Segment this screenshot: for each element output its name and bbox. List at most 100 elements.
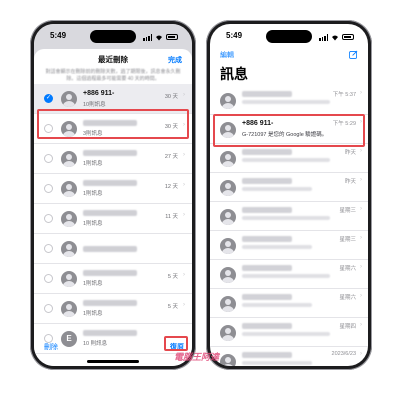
conversation-row[interactable]: +886 911- G-721097 是您的 Google 驗證碼。 下午 5:29… [210,115,368,144]
chevron-right-icon: › [183,92,185,98]
list-item[interactable]: ✓ +886 911- 10則訊息 30 天 › [34,84,192,114]
checkmark-icon[interactable]: ✓ [44,94,53,103]
chevron-right-icon: › [360,119,362,125]
timestamp: 下午 5:29 [332,121,356,127]
dynamic-island [266,30,312,43]
contact-name-redacted [83,180,137,186]
message-count: 1則訊息 [83,161,103,167]
conversation-row[interactable]: 星期三 › [210,231,368,260]
dynamic-island [90,30,136,43]
contact-name-redacted [83,270,137,276]
avatar [220,238,236,254]
message-list: 下午 5:37 › +886 911- G-721097 是您的 Google 驗證碼… [210,86,368,366]
days-remaining: 27 天 [164,154,178,160]
timestamp: 星期三 [339,237,356,243]
avatar [220,296,236,312]
bottom-toolbar: 刪除 復原 [34,342,192,356]
list-item[interactable]: 1則訊息 11 天 › [34,204,192,234]
contact-name-redacted [242,207,292,213]
radio-icon[interactable] [44,184,53,193]
days-remaining: 12 天 [164,184,178,190]
timestamp: 星期六 [339,295,356,301]
contact-name-redacted [83,150,137,156]
conversation-row[interactable]: 昨天 › [210,144,368,173]
list-item[interactable]: 1則訊息 12 天 › [34,174,192,204]
message-count: 1則訊息 [83,281,103,287]
radio-icon[interactable] [44,214,53,223]
delete-button[interactable]: 刪除 [44,342,58,356]
conversation-row[interactable]: 星期四 › [210,318,368,347]
contact-name-redacted [242,178,292,184]
chevron-right-icon: › [360,293,362,299]
status-time: 5:49 [226,31,243,40]
list-item[interactable]: 1則訊息 27 天 › [34,144,192,174]
message-count: 1則訊息 [83,311,103,317]
phone-left: 5:49 最近刪除 完成 對話會顯示在刪除前的刪除天數，過了期限後，訊息會永久刪… [30,20,196,370]
screen-left: 5:49 最近刪除 完成 對話會顯示在刪除前的刪除天數，過了期限後，訊息會永久刪… [34,24,192,366]
timestamp: 星期六 [339,266,356,272]
screen-right: 5:49 編輯 訊息 下午 5:37 › +886 911- G-721097 是您的… [210,24,368,366]
contact-name-redacted [83,120,137,126]
radio-icon[interactable] [44,124,53,133]
conversation-row[interactable]: 2023/6/23 › [210,347,368,366]
conversation-row[interactable]: 昨天 › [210,173,368,202]
avatar [61,210,77,227]
chevron-right-icon: › [183,272,185,278]
stage: 5:49 最近刪除 完成 對話會顯示在刪除前的刪除天數，過了期限後，訊息會永久刪… [0,0,400,400]
contact-name-redacted [242,265,292,271]
contact-name-redacted [242,352,292,358]
avatar [220,151,236,167]
radio-icon[interactable] [44,274,53,283]
message-preview-redacted [242,361,312,365]
compose-icon[interactable] [349,50,358,59]
row-text [83,245,192,252]
avatar [61,300,77,317]
avatar [220,93,236,109]
list-item[interactable]: 1則訊息 5 天 › [34,264,192,294]
message-count: 1則訊息 [83,191,103,197]
message-count: 3則訊息 [83,131,103,137]
chevron-right-icon: › [183,182,185,188]
avatar [220,325,236,341]
radio-icon[interactable] [44,244,53,253]
conversation-row[interactable]: 星期六 › [210,260,368,289]
contact-name-redacted [242,323,292,329]
avatar [61,240,77,257]
message-preview-redacted [242,245,312,249]
message-preview-redacted [242,187,312,191]
watermark: 電腦王阿達 [174,352,220,362]
nav-row: 編輯 [210,50,368,62]
radio-icon[interactable] [44,154,53,163]
chevron-right-icon: › [183,212,185,218]
conversation-row[interactable]: 星期六 › [210,289,368,318]
avatar [220,180,236,196]
list-item[interactable] [34,234,192,264]
avatar [61,150,77,167]
list-item[interactable]: 3則訊息 30 天 › [34,114,192,144]
conversation-row[interactable]: 下午 5:37 › [210,86,368,115]
chevron-right-icon: › [360,351,362,357]
list-item[interactable]: 1則訊息 5 天 › [34,294,192,324]
edit-button[interactable]: 編輯 [220,50,234,62]
conversation-row[interactable]: 星期三 › [210,202,368,231]
avatar [61,120,77,137]
done-button[interactable]: 完成 [168,55,182,65]
status-icons [319,31,354,43]
home-indicator [87,360,139,363]
wifi-icon [332,35,338,40]
days-remaining: 5 天 [167,274,178,280]
signal-icon [143,33,152,41]
days-remaining: 11 天 [165,214,178,220]
retention-note: 對話會顯示在刪除前的刪除天數，過了期限後，訊息會永久刪除。這個過程最多可能需要 … [45,69,181,82]
chevron-right-icon: › [360,235,362,241]
avatar [220,122,236,138]
radio-icon[interactable] [44,304,53,313]
message-preview-redacted [242,303,312,307]
phone-right: 5:49 編輯 訊息 下午 5:37 › +886 911- G-721097 是您的… [206,20,372,370]
status-time: 5:49 [50,31,67,40]
avatar [220,354,236,366]
message-preview: G-721097 是您的 Google 驗證碼。 [242,132,328,138]
avatar [220,267,236,283]
avatar [61,270,77,287]
avatar [61,180,77,197]
